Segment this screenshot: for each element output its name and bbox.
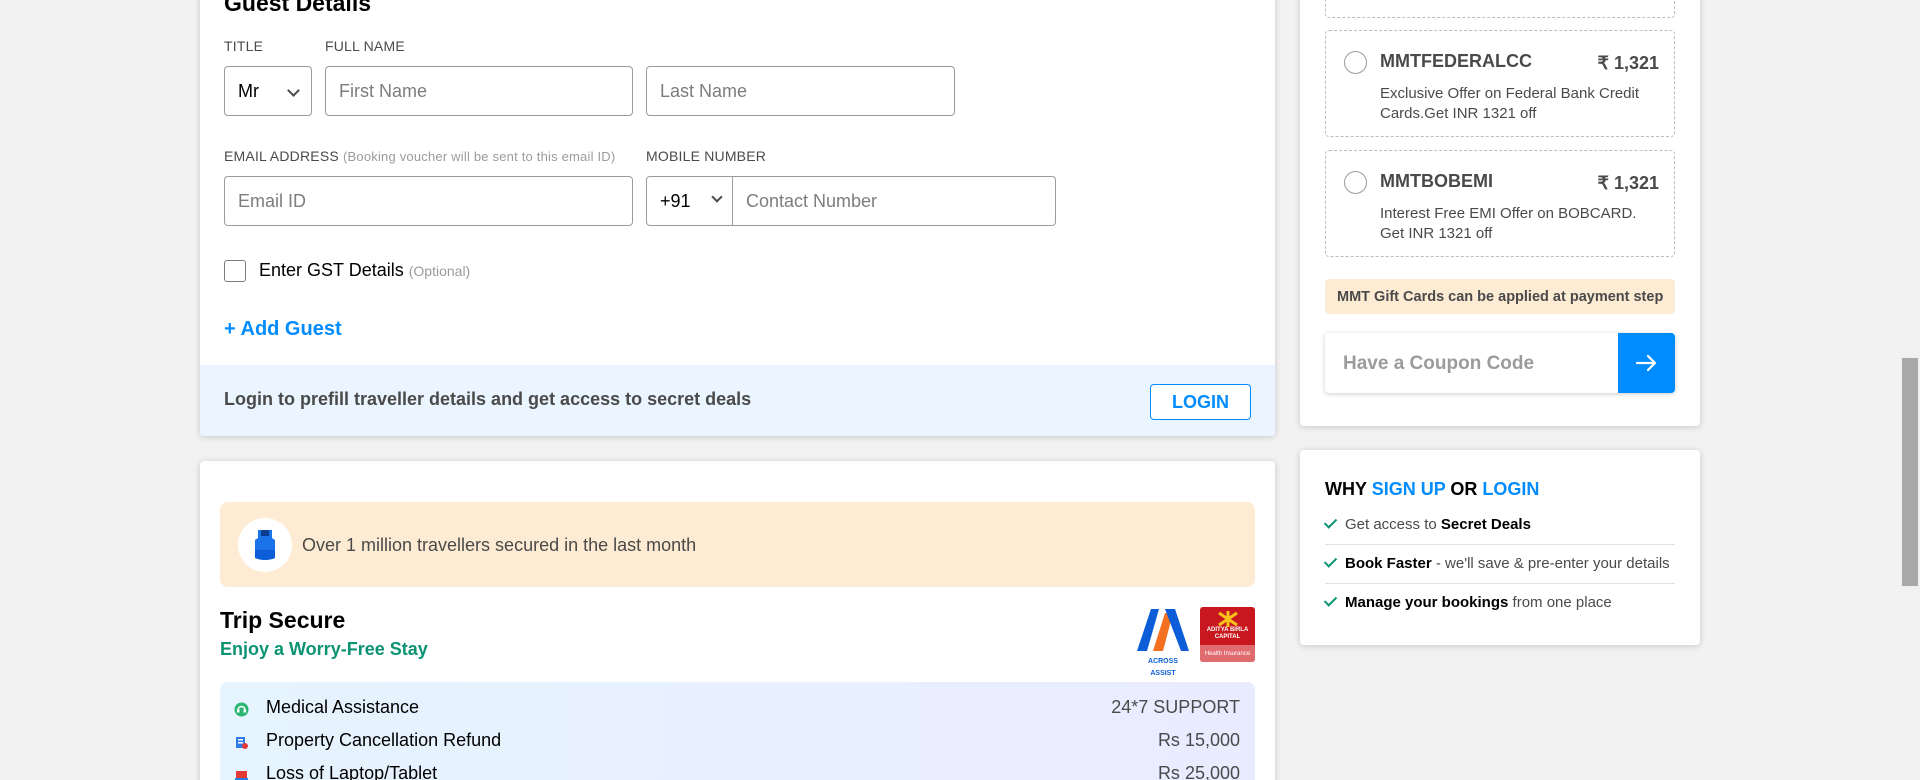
- title-select-value: Mr: [238, 80, 259, 101]
- country-code-value: +91: [660, 190, 691, 211]
- trip-secure-subtitle: Enjoy a Worry-Free Stay: [220, 639, 428, 659]
- coupon-option[interactable]: MMTBOBEMI ₹ 1,321 Interest Free EMI Offe…: [1325, 150, 1675, 257]
- sign-up-link[interactable]: SIGN UP: [1372, 479, 1446, 499]
- benefit-row: Loss of Laptop/Tablet Rs 25,000: [220, 763, 1255, 780]
- why-signup-item: Book Faster - we'll save & pre-enter you…: [1323, 545, 1675, 584]
- why-item-bold: Book Faster: [1345, 555, 1432, 572]
- benefit-name: Medical Assistance: [266, 697, 420, 717]
- why-item-text: from one place: [1508, 594, 1612, 611]
- coupon-radio[interactable]: [1344, 171, 1367, 194]
- coupon-option-partial: [1325, 0, 1675, 18]
- check-icon: [1323, 554, 1338, 568]
- travellers-secured-banner: Over 1 million travellers secured in the…: [220, 502, 1255, 587]
- coupon-option[interactable]: MMTFEDERALCC ₹ 1,321 Exclusive Offer on …: [1325, 30, 1675, 137]
- coupon-radio[interactable]: [1344, 51, 1367, 74]
- laptop-icon: [234, 768, 249, 780]
- last-name-placeholder: Last Name: [660, 80, 748, 101]
- benefit-row: Medical Assistance 24*7 SUPPORT: [220, 697, 1255, 723]
- why-signup-title: WHY SIGN UP OR LOGIN: [1325, 479, 1539, 500]
- benefit-name: Property Cancellation Refund: [266, 730, 502, 750]
- mobile-label: MOBILE NUMBER: [646, 148, 767, 164]
- add-guest-link[interactable]: + Add Guest: [224, 318, 342, 341]
- gst-optional-text: (Optional): [408, 263, 471, 279]
- apply-coupon-button[interactable]: [1618, 333, 1675, 393]
- why-text: WHY: [1325, 479, 1367, 499]
- email-label: EMAIL ADDRESS (Booking voucher will be s…: [224, 148, 615, 164]
- login-button[interactable]: LOGIN: [1150, 384, 1251, 420]
- contact-number-input[interactable]: Contact Number: [733, 177, 877, 225]
- coupon-code: MMTBOBEMI: [1380, 171, 1493, 191]
- country-code-select[interactable]: +91: [647, 177, 733, 225]
- across-assist-logo: ACROSS ASSIST: [1135, 607, 1191, 677]
- email-placeholder: Email ID: [238, 190, 307, 211]
- title-select[interactable]: Mr: [224, 66, 312, 116]
- why-item-text: - we'll save & pre-enter your details: [1431, 555, 1670, 572]
- scrollbar-thumb[interactable]: [1902, 358, 1918, 586]
- benefits-panel: Medical Assistance 24*7 SUPPORT Property…: [220, 682, 1255, 780]
- aditya-birla-logo-subtext: Health Insurance: [1200, 645, 1255, 662]
- why-signup-item: Manage your bookings from one place: [1323, 584, 1675, 623]
- coupon-description: Exclusive Offer on Federal Bank Credit C…: [1380, 85, 1640, 122]
- chevron-down-icon: [711, 191, 723, 203]
- coupon-code-input[interactable]: Have a Coupon Code: [1325, 333, 1675, 393]
- or-text: OR: [1450, 479, 1478, 499]
- why-item-bold: Manage your bookings: [1345, 594, 1509, 611]
- check-icon: [1323, 515, 1338, 529]
- gst-label[interactable]: Enter GST Details (Optional): [259, 260, 470, 281]
- benefit-value: Rs 15,000: [1157, 730, 1240, 750]
- contact-number-placeholder: Contact Number: [746, 190, 878, 211]
- aditya-birla-logo: ADITYA BIRLA CAPITAL Health Insurance: [1200, 607, 1255, 662]
- benefit-row: Property Cancellation Refund Rs 15,000: [220, 730, 1255, 756]
- offers-card: MMTFEDERALCC ₹ 1,321 Exclusive Offer on …: [1300, 0, 1700, 426]
- refund-icon: [234, 735, 249, 750]
- benefit-value: Rs 25,000: [1157, 763, 1240, 780]
- aditya-birla-logo-text: ADITYA BIRLA CAPITAL: [1206, 627, 1249, 640]
- email-label-note: (Booking voucher will be sent to this em…: [343, 149, 616, 164]
- first-name-input[interactable]: First Name: [325, 66, 633, 116]
- login-link[interactable]: LOGIN: [1482, 479, 1539, 499]
- title-label: TITLE: [224, 38, 264, 54]
- shield-icon: [238, 518, 292, 572]
- arrow-right-icon: [1635, 355, 1656, 371]
- gst-checkbox[interactable]: [224, 260, 246, 282]
- across-assist-logo-text: ACROSS ASSIST: [1148, 658, 1178, 677]
- full-name-label: FULL NAME: [325, 38, 405, 54]
- guest-details-title: Guest Details: [224, 0, 371, 16]
- email-label-text: EMAIL ADDRESS: [224, 148, 339, 164]
- mobile-field: +91 Contact Number: [646, 176, 1056, 226]
- login-prompt-strip: Login to prefill traveller details and g…: [200, 365, 1275, 436]
- guest-details-card: Guest Details TITLE FULL NAME Mr First N…: [200, 0, 1275, 436]
- trip-secure-card: Over 1 million travellers secured in the…: [200, 461, 1275, 780]
- gift-card-note: MMT Gift Cards can be applied at payment…: [1325, 279, 1675, 314]
- coupon-code: MMTFEDERALCC: [1380, 51, 1532, 71]
- first-name-placeholder: First Name: [339, 80, 428, 101]
- coupon-amount: ₹ 1,321: [1597, 53, 1660, 73]
- banner-text: Over 1 million travellers secured in the…: [302, 535, 697, 555]
- why-signup-item: Get access to Secret Deals: [1323, 506, 1675, 545]
- last-name-input[interactable]: Last Name: [646, 66, 955, 116]
- coupon-code-placeholder: Have a Coupon Code: [1343, 353, 1535, 374]
- trip-secure-title: Trip Secure: [220, 607, 346, 633]
- email-input[interactable]: Email ID: [224, 176, 633, 226]
- why-item-bold: Secret Deals: [1440, 516, 1531, 533]
- medical-icon: [234, 702, 249, 717]
- why-item-text: Get access to: [1345, 516, 1441, 533]
- benefit-name: Loss of Laptop/Tablet: [266, 763, 438, 780]
- login-prompt-text: Login to prefill traveller details and g…: [224, 389, 752, 409]
- check-icon: [1323, 593, 1338, 607]
- coupon-amount: ₹ 1,321: [1597, 173, 1660, 193]
- gst-label-text: Enter GST Details: [259, 260, 404, 280]
- why-signup-card: WHY SIGN UP OR LOGIN Get access to Secre…: [1300, 450, 1700, 645]
- chevron-down-icon: [287, 84, 300, 97]
- benefit-value: 24*7 SUPPORT: [1111, 697, 1240, 717]
- coupon-description: Interest Free EMI Offer on BOBCARD. Get …: [1380, 205, 1637, 242]
